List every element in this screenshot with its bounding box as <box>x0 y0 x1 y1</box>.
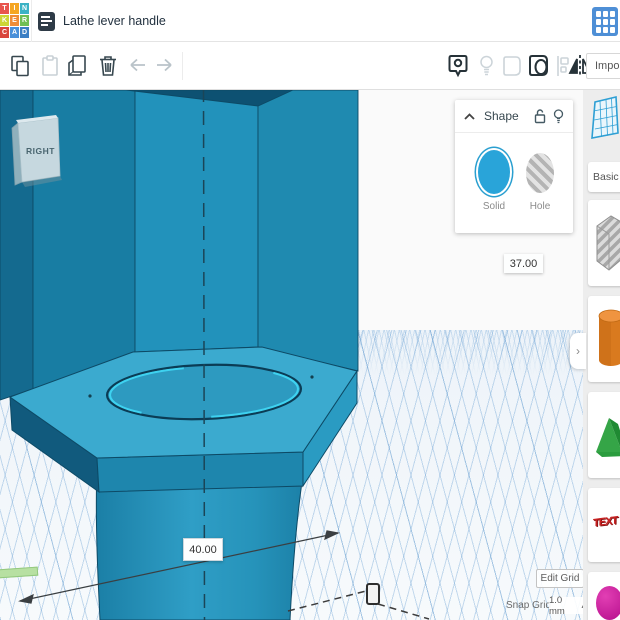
solid-label: Solid <box>482 201 506 212</box>
shapes-sidebar: Basic Sha TEXT <box>583 90 620 620</box>
view-cube-face-label: RIGHT <box>26 146 55 156</box>
delete-button[interactable] <box>94 50 122 82</box>
tinkercad-logo[interactable]: T I N K E R C A D <box>0 3 29 39</box>
logo-tile: D <box>20 27 29 38</box>
collapse-chevron-icon[interactable] <box>464 112 475 120</box>
lightbulb-outline-icon <box>479 55 493 76</box>
roof-icon <box>596 418 620 457</box>
snap-grid-label: Snap Grid <box>506 600 552 611</box>
sidebar-collapse-handle[interactable]: › <box>570 333 586 369</box>
divider <box>31 0 32 42</box>
show-all-icon <box>448 55 468 78</box>
snap-grid-dropdown[interactable]: 1.0 mm ▴ <box>549 594 585 617</box>
paste-button[interactable] <box>36 50 64 82</box>
logo-tile: A <box>10 27 19 38</box>
trash-icon <box>100 56 116 76</box>
shape-card-cylinder[interactable] <box>588 296 620 382</box>
logo-tile: T <box>0 3 9 14</box>
design-title[interactable]: Lathe lever handle <box>63 14 166 28</box>
toggle-visibility-button[interactable] <box>472 50 500 82</box>
text-shape-icon: TEXT <box>592 514 618 530</box>
lock-open-icon[interactable] <box>534 108 546 124</box>
logo-tile: C <box>0 27 9 38</box>
shape-card-text[interactable]: TEXT <box>588 488 620 562</box>
striped-box-icon <box>596 215 620 271</box>
toolbar: Import <box>0 42 620 90</box>
dimension-input-width[interactable]: 37.00 <box>504 254 543 273</box>
view-cube[interactable]: RIGHT <box>4 106 70 192</box>
dimension-input-height[interactable]: 40.00 <box>183 538 223 561</box>
edit-grid-button[interactable]: Edit Grid <box>536 569 584 588</box>
shape-card-box[interactable] <box>588 200 620 286</box>
copy-button[interactable] <box>6 50 34 82</box>
paste-icon <box>42 55 58 76</box>
hole-swatch[interactable] <box>526 153 554 193</box>
import-button[interactable]: Import <box>586 53 620 79</box>
logo-tile: I <box>10 3 19 14</box>
grid-icon <box>595 10 601 17</box>
show-all-button[interactable] <box>444 50 472 82</box>
top-app-bar: T I N K E R C A D Lathe lever handle <box>0 0 620 42</box>
group-icon <box>503 56 521 76</box>
chevron-right-icon: › <box>576 344 580 358</box>
workplane-grid-horizon <box>0 330 583 376</box>
undo-icon <box>130 58 145 72</box>
snap-grid-value: 1.0 mm <box>549 594 565 617</box>
category-basic-shapes[interactable]: Basic Sha <box>588 162 620 192</box>
duplicate-button[interactable] <box>64 50 92 82</box>
workplane-tool-icon[interactable] <box>590 95 620 141</box>
undo-button[interactable] <box>124 50 152 82</box>
logo-tile: N <box>20 3 29 14</box>
design-properties-icon[interactable] <box>38 12 55 31</box>
shape-card-roof[interactable] <box>588 392 620 478</box>
hole-label: Hole <box>529 201 551 212</box>
shape-card-round[interactable] <box>588 572 620 620</box>
group-button[interactable] <box>499 50 527 82</box>
copy-icon <box>11 55 29 77</box>
redo-button[interactable] <box>150 50 178 82</box>
logo-tile: R <box>20 15 29 26</box>
solid-swatch[interactable] <box>478 150 510 194</box>
logo-tile: E <box>10 15 19 26</box>
cylinder-icon <box>598 309 620 366</box>
panel-title: Shape <box>484 109 519 123</box>
duplicate-icon <box>68 55 86 76</box>
lightbulb-icon[interactable] <box>553 108 564 124</box>
tinkercad-window: RIGHT ⌂ + − ◇ 40.00 37.00 Edit Grid Snap… <box>0 0 620 620</box>
shape-inspector-panel: Shape Solid Hole <box>455 100 573 233</box>
logo-tile: K <box>0 15 9 26</box>
redo-icon <box>157 58 172 72</box>
view-switcher-button[interactable] <box>592 7 618 36</box>
round-shape-icon <box>596 586 620 620</box>
